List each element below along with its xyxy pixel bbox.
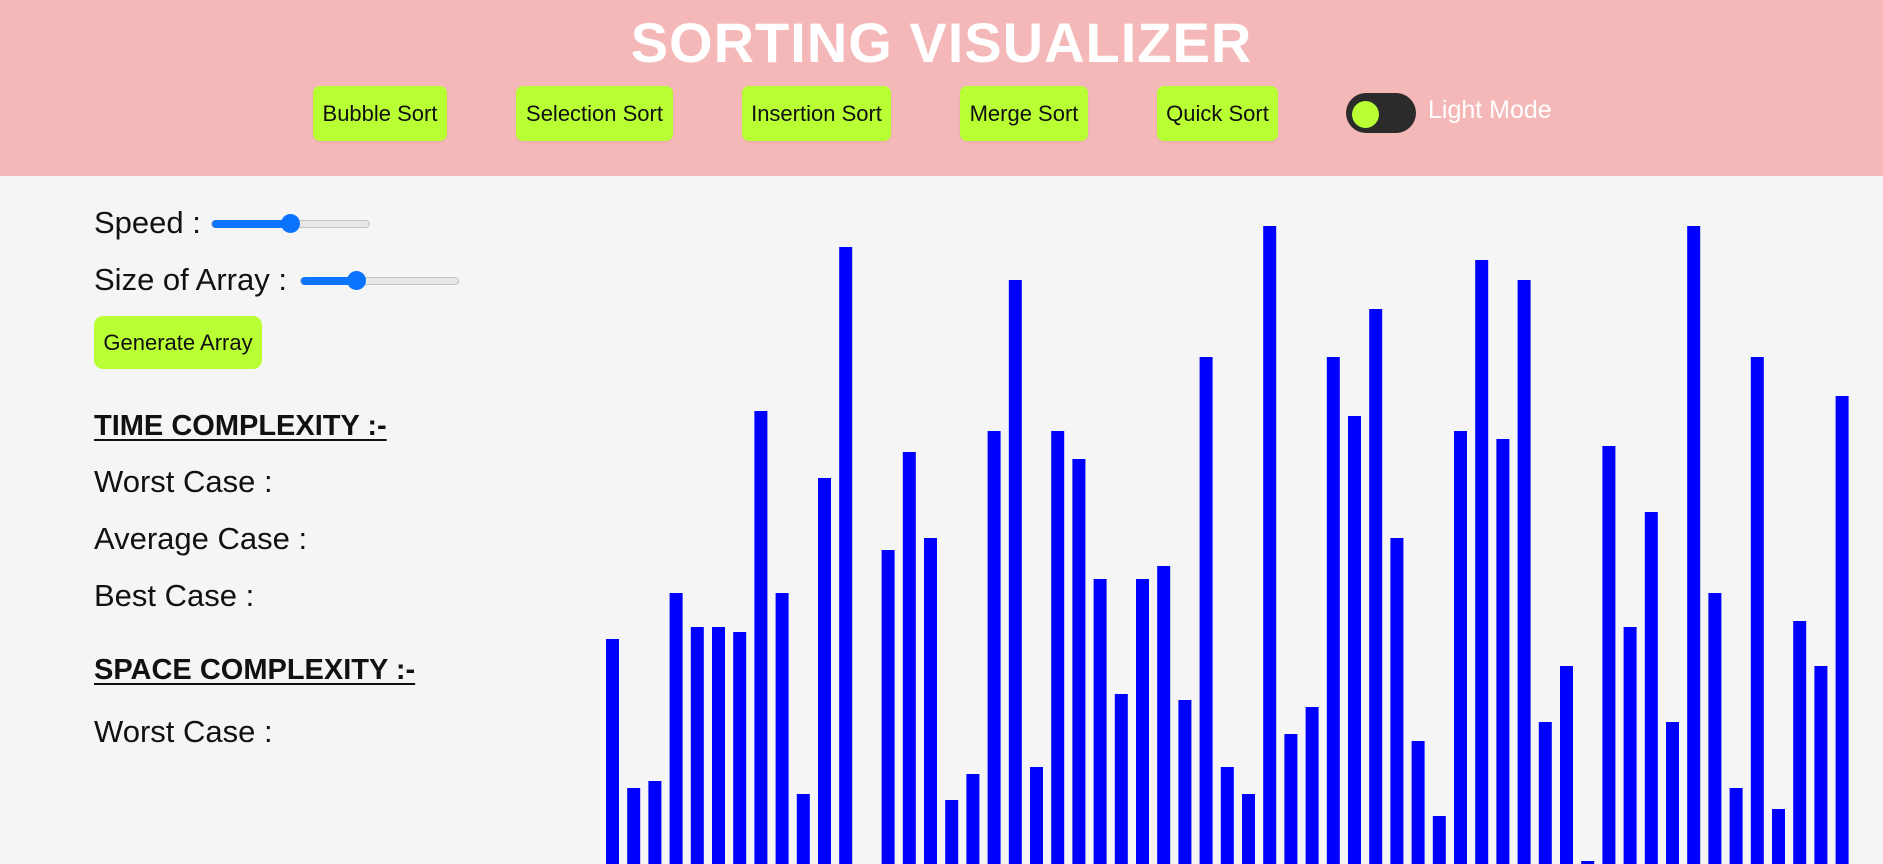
array-bar [1008,280,1022,864]
array-bar [1072,459,1086,864]
array-bar [1326,357,1340,864]
array-bar [1432,816,1446,864]
array-bar [1793,621,1807,864]
array-bar [1220,767,1234,864]
array-bar [1030,767,1043,864]
array-bar [1750,357,1764,864]
array-bar [945,800,959,864]
array-bar [1263,226,1277,864]
array-bar [1136,579,1149,864]
array-bar [1729,788,1743,864]
array-bar [1623,627,1637,864]
array-bar [1284,734,1298,864]
array-bar [1305,707,1319,864]
array-bar [712,627,725,864]
array-bar [1369,309,1383,864]
array-bar [902,452,916,864]
array-bar [648,781,662,864]
array-bar [839,247,853,864]
array-bar [1093,579,1107,864]
array-bar [1687,226,1701,864]
array-bar [1157,566,1171,864]
array-bar [1348,416,1361,864]
array-bar [1178,700,1192,864]
array-bar [733,632,747,864]
array-bar [1411,741,1425,864]
array-bar [1475,260,1489,864]
array-bar [1666,722,1679,864]
array-bar [1496,439,1510,864]
array-bar [1772,809,1785,864]
array-bar [987,431,1001,864]
array-bar [1814,666,1828,864]
array-bar [796,794,810,864]
array-bar [1538,722,1552,864]
array-bar [606,639,619,864]
array-bar [627,788,641,864]
array-bar [924,538,937,864]
array-bar [1644,512,1658,864]
array-bar [690,627,704,864]
array-bar [1454,431,1467,864]
array-bar [669,593,683,864]
array-bar [1835,396,1849,864]
array-bars-canvas [606,226,1849,864]
array-bar [966,774,980,864]
array-bar [1602,446,1616,864]
array-bar [1051,431,1065,864]
array-bar [1517,280,1531,864]
array-bar [1199,357,1213,864]
array-bar [754,411,768,864]
array-bar [881,550,895,864]
array-bar [1560,666,1573,864]
array-bar [1390,538,1404,864]
array-bar [1114,694,1128,864]
array-bar [818,478,831,864]
array-bar [1242,794,1255,864]
array-bar [775,593,789,864]
array-bar [1708,593,1722,864]
